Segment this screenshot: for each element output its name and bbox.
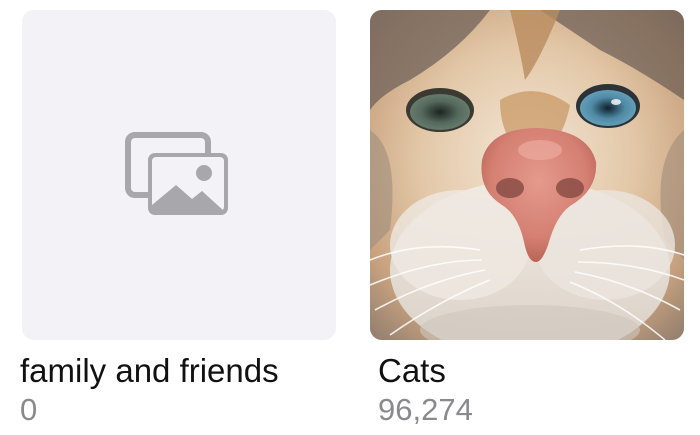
album-placeholder-thumbnail[interactable]: [22, 10, 336, 340]
album-count: 0: [20, 392, 38, 427]
album-count: 96,274: [378, 392, 473, 427]
album-family-and-friends[interactable]: family and friends 0: [20, 10, 336, 427]
cat-photo: [370, 10, 684, 340]
album-cats[interactable]: Cats 96,274: [370, 10, 684, 427]
album-title: Cats: [378, 352, 446, 389]
album-cover-photo[interactable]: [370, 10, 684, 340]
photo-stack-icon: [125, 132, 228, 215]
album-title: family and friends: [20, 352, 279, 389]
